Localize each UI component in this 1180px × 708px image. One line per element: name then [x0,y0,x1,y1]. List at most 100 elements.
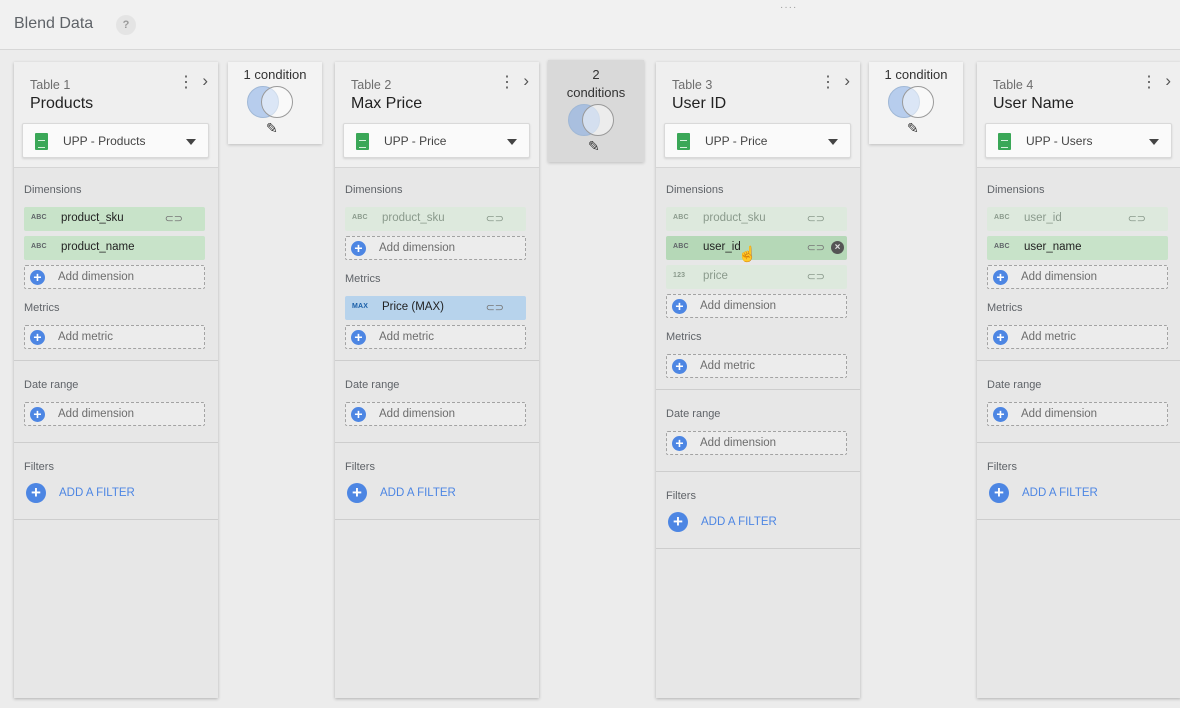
table-label: Table 4 [993,78,1034,92]
link-icon[interactable]: ⊂⊃ [1128,212,1146,225]
add-metric-label: Add metric [379,331,434,343]
add-metric-label: Add metric [1021,331,1076,343]
table-label: Table 2 [351,78,392,92]
dropdown-arrow-icon [828,139,838,145]
data-source-name: UPP - Users [1026,134,1093,148]
sheets-icon [35,133,48,150]
data-source-select[interactable]: UPP - Users [985,123,1172,158]
data-source-select[interactable]: UPP - Price [343,123,530,158]
add-metric-button[interactable]: + Add metric [666,354,847,378]
add-metric-button[interactable]: + Add metric [987,325,1168,349]
add-dimension-button[interactable]: + Add dimension [987,265,1168,289]
dropdown-arrow-icon [186,139,196,145]
dimension-chip[interactable]: ABC product_sku ⊂⊃ [24,207,205,231]
metrics-label: Metrics [666,331,702,343]
sheets-icon [677,133,690,150]
metric-chip[interactable]: MAX Price (MAX) ⊂⊃ [345,296,526,320]
date-range-label: Date range [987,379,1042,391]
dimensions-label: Dimensions [987,184,1045,196]
dimension-chip[interactable]: ABC user_name [987,236,1168,260]
add-date-dimension-button[interactable]: + Add dimension [666,431,847,455]
hand-cursor-icon: ☝ [738,246,757,263]
condition-count-text: conditions [566,85,626,100]
dimension-chip[interactable]: ABC user_id ⊂⊃ [987,207,1168,231]
link-icon[interactable]: ⊂⊃ [486,301,504,314]
drag-handle-icon[interactable]: ···· [780,2,797,13]
add-dimension-button[interactable]: + Add dimension [666,294,847,318]
filters-label: Filters [666,490,696,502]
type-icon: ABC [673,214,689,221]
dimension-chip[interactable]: ABC product_sku ⊂⊃ [666,207,847,231]
plus-icon: + [668,512,688,532]
add-metric-button[interactable]: + Add metric [345,325,526,349]
venn-join-icon [247,86,293,118]
chevron-right-icon[interactable]: › [844,71,850,91]
link-icon[interactable]: ⊂⊃ [807,241,825,254]
sheets-icon [998,133,1011,150]
add-dimension-label: Add dimension [1021,408,1098,420]
edit-pencil-icon[interactable]: ✎ [907,120,919,137]
dimension-chip[interactable]: 123 price ⊂⊃ [666,265,847,289]
chevron-right-icon[interactable]: › [523,71,529,91]
add-filter-label: ADD A FILTER [701,516,777,528]
add-dimension-button[interactable]: + Add dimension [345,236,526,260]
help-icon[interactable]: ? [116,15,136,35]
dimension-chip[interactable]: ABC product_sku ⊂⊃ [345,207,526,231]
add-filter-label: ADD A FILTER [59,487,135,499]
metrics-label: Metrics [987,302,1023,314]
filters-label: Filters [24,461,54,473]
dimension-name: product_sku [382,212,445,224]
join-configuration-3[interactable]: 1 condition ✎ [869,62,963,144]
plus-icon: + [993,407,1008,422]
edit-pencil-icon[interactable]: ✎ [588,138,600,155]
date-range-label: Date range [345,379,400,391]
add-metric-button[interactable]: + Add metric [24,325,205,349]
table-name[interactable]: User Name [993,95,1074,113]
venn-join-icon [888,86,934,118]
remove-icon[interactable]: × [831,241,844,254]
divider [335,360,539,361]
add-dimension-label: Add dimension [1021,271,1098,283]
link-icon[interactable]: ⊂⊃ [807,212,825,225]
more-options-icon[interactable]: ⋮ [820,72,836,92]
chevron-right-icon[interactable]: › [1165,71,1171,91]
table-name[interactable]: Max Price [351,95,422,113]
data-source-select[interactable]: UPP - Products [22,123,209,158]
dimension-chip[interactable]: ABC user_id ⊂⊃ × ☝ [666,236,847,263]
divider [335,442,539,443]
add-dimension-label: Add dimension [379,242,456,254]
add-date-dimension-button[interactable]: + Add dimension [24,402,205,426]
dimension-chip[interactable]: ABC product_name [24,236,205,260]
add-dimension-button[interactable]: + Add dimension [24,265,205,289]
date-range-label: Date range [24,379,79,391]
table-name[interactable]: Products [30,95,93,113]
link-icon[interactable]: ⊂⊃ [165,212,183,225]
link-icon[interactable]: ⊂⊃ [807,270,825,283]
more-options-icon[interactable]: ⋮ [178,72,194,92]
plus-icon: + [672,436,687,451]
divider [977,360,1180,361]
more-options-icon[interactable]: ⋮ [1141,72,1157,92]
chevron-right-icon[interactable]: › [202,71,208,91]
add-metric-label: Add metric [58,331,113,343]
edit-pencil-icon[interactable]: ✎ [266,120,278,137]
add-date-dimension-button[interactable]: + Add dimension [345,402,526,426]
add-date-dimension-button[interactable]: + Add dimension [987,402,1168,426]
dimension-name: product_name [61,241,135,253]
join-configuration-1[interactable]: 1 condition ✎ [228,62,322,144]
link-icon[interactable]: ⊂⊃ [486,212,504,225]
type-icon: ABC [352,214,368,221]
data-source-select[interactable]: UPP - Price [664,123,851,158]
table-name[interactable]: User ID [672,95,726,113]
divider [14,360,218,361]
table-header: Table 1 Products ⋮ › UPP - Products [14,62,218,168]
plus-icon: + [30,270,45,285]
plus-icon: + [351,330,366,345]
join-configuration-2[interactable]: 2 conditions ✎ [548,60,644,162]
divider [656,389,860,390]
plus-icon: + [26,483,46,503]
dropdown-arrow-icon [1149,139,1159,145]
add-dimension-label: Add dimension [379,408,456,420]
divider [977,519,1180,520]
more-options-icon[interactable]: ⋮ [499,72,515,92]
